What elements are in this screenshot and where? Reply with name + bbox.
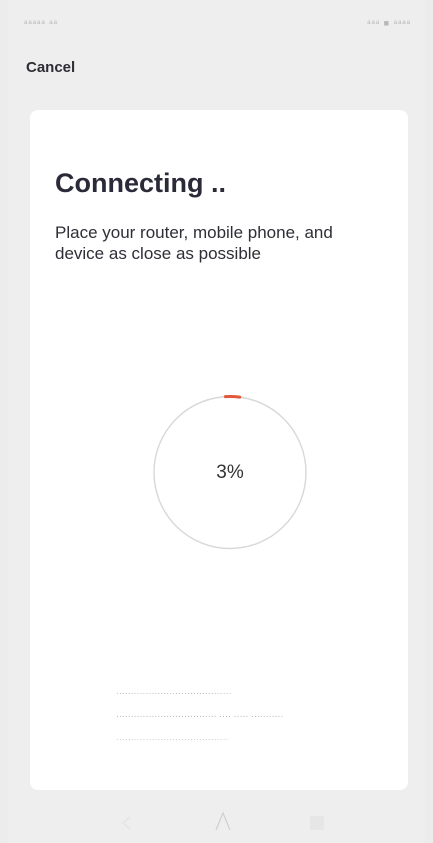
connecting-card: Connecting .. Place your router, mobile … bbox=[30, 110, 408, 790]
home-icon[interactable] bbox=[210, 808, 236, 834]
progress-percent: 3% bbox=[216, 462, 244, 483]
status-bar-indicators: ᵃᵃᵃ ■ ᵃᵃᵃᵃ bbox=[367, 18, 411, 28]
nav-bar: Cancel bbox=[8, 55, 425, 87]
tip-text: ······································· … bbox=[116, 688, 366, 757]
instruction-text: Place your router, mobile phone, and dev… bbox=[55, 223, 333, 263]
progress-indicator: 3% bbox=[150, 395, 310, 550]
status-bar: ᵃᵃᵃᵃᵃ ᵃᵃ ᵃᵃᵃ ■ ᵃᵃᵃᵃ bbox=[8, 0, 425, 40]
tip-line: ·································· ···· … bbox=[116, 712, 284, 721]
back-icon[interactable] bbox=[116, 812, 138, 834]
recent-apps-icon[interactable] bbox=[306, 812, 328, 834]
cancel-button[interactable]: Cancel bbox=[26, 59, 75, 76]
tip-line: ······································· bbox=[116, 689, 232, 698]
status-bar-carrier: ᵃᵃᵃᵃᵃ ᵃᵃ bbox=[24, 18, 58, 28]
tip-line: ······································ bbox=[116, 735, 229, 744]
phone-screen: ᵃᵃᵃᵃᵃ ᵃᵃ ᵃᵃᵃ ■ ᵃᵃᵃᵃ Cancel Connecting ..… bbox=[8, 0, 425, 843]
system-nav-bar bbox=[8, 800, 425, 843]
page-title: Connecting .. bbox=[55, 168, 226, 198]
